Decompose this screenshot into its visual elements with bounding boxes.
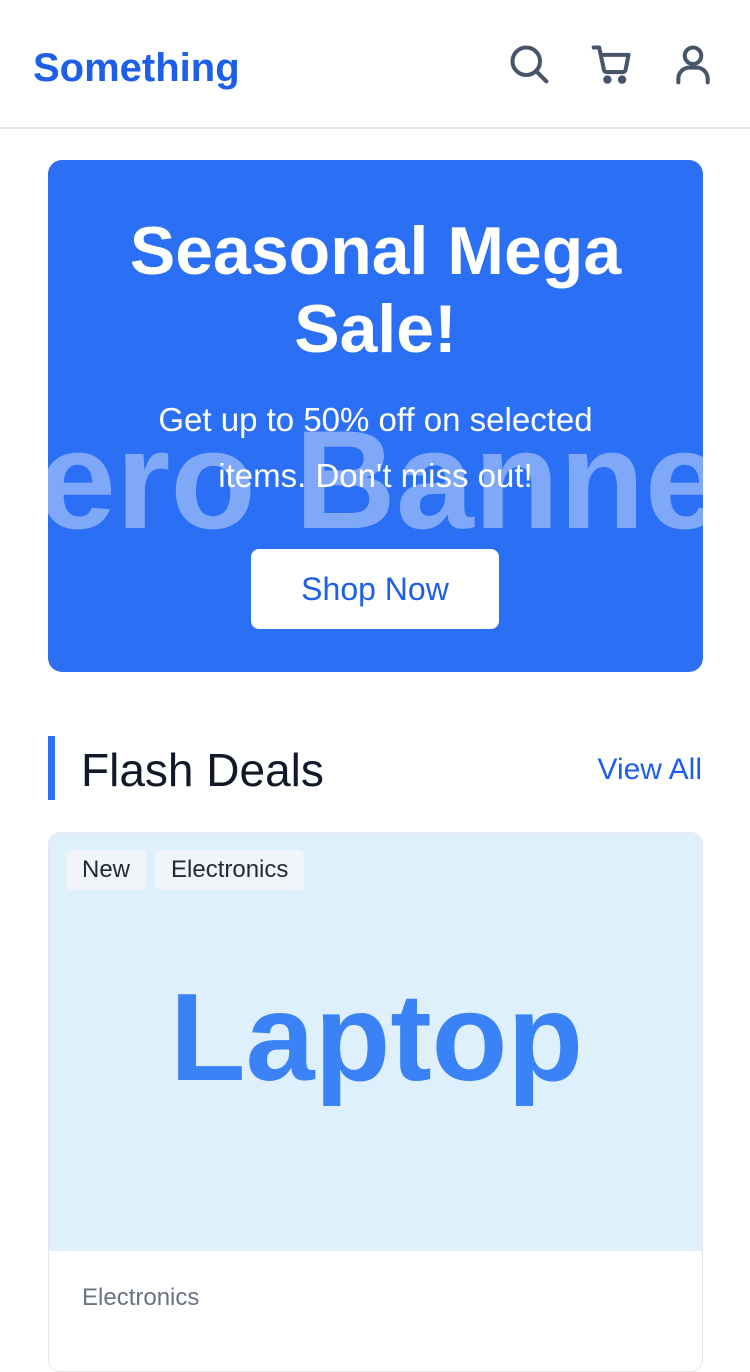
- search-icon[interactable]: [505, 40, 553, 88]
- hero-title: Seasonal Mega Sale!: [129, 213, 622, 367]
- section-title: Flash Deals: [81, 744, 324, 796]
- product-image: Laptop: [49, 833, 702, 1251]
- product-card[interactable]: Laptop New Electronics Electronics: [48, 832, 703, 1372]
- product-image-label: Laptop: [169, 969, 584, 1107]
- hero-subtitle: Get up to 50% off on selected items. Don…: [158, 401, 593, 494]
- cart-icon[interactable]: [588, 40, 636, 88]
- tag-badge: Electronics: [155, 850, 305, 890]
- product-tags: New Electronics: [66, 850, 305, 890]
- user-icon[interactable]: [669, 40, 717, 88]
- shop-now-button[interactable]: Shop Now: [251, 549, 499, 629]
- hero-banner: ero Banne Seasonal Mega Sale! Get up to …: [48, 160, 703, 672]
- product-category: Electronics: [82, 1284, 200, 1311]
- top-header: Something: [0, 0, 750, 129]
- tag-badge: New: [66, 850, 147, 890]
- brand-logo[interactable]: Something: [33, 44, 240, 92]
- section-accent-bar: [48, 736, 55, 800]
- view-all-link[interactable]: View All: [597, 750, 702, 790]
